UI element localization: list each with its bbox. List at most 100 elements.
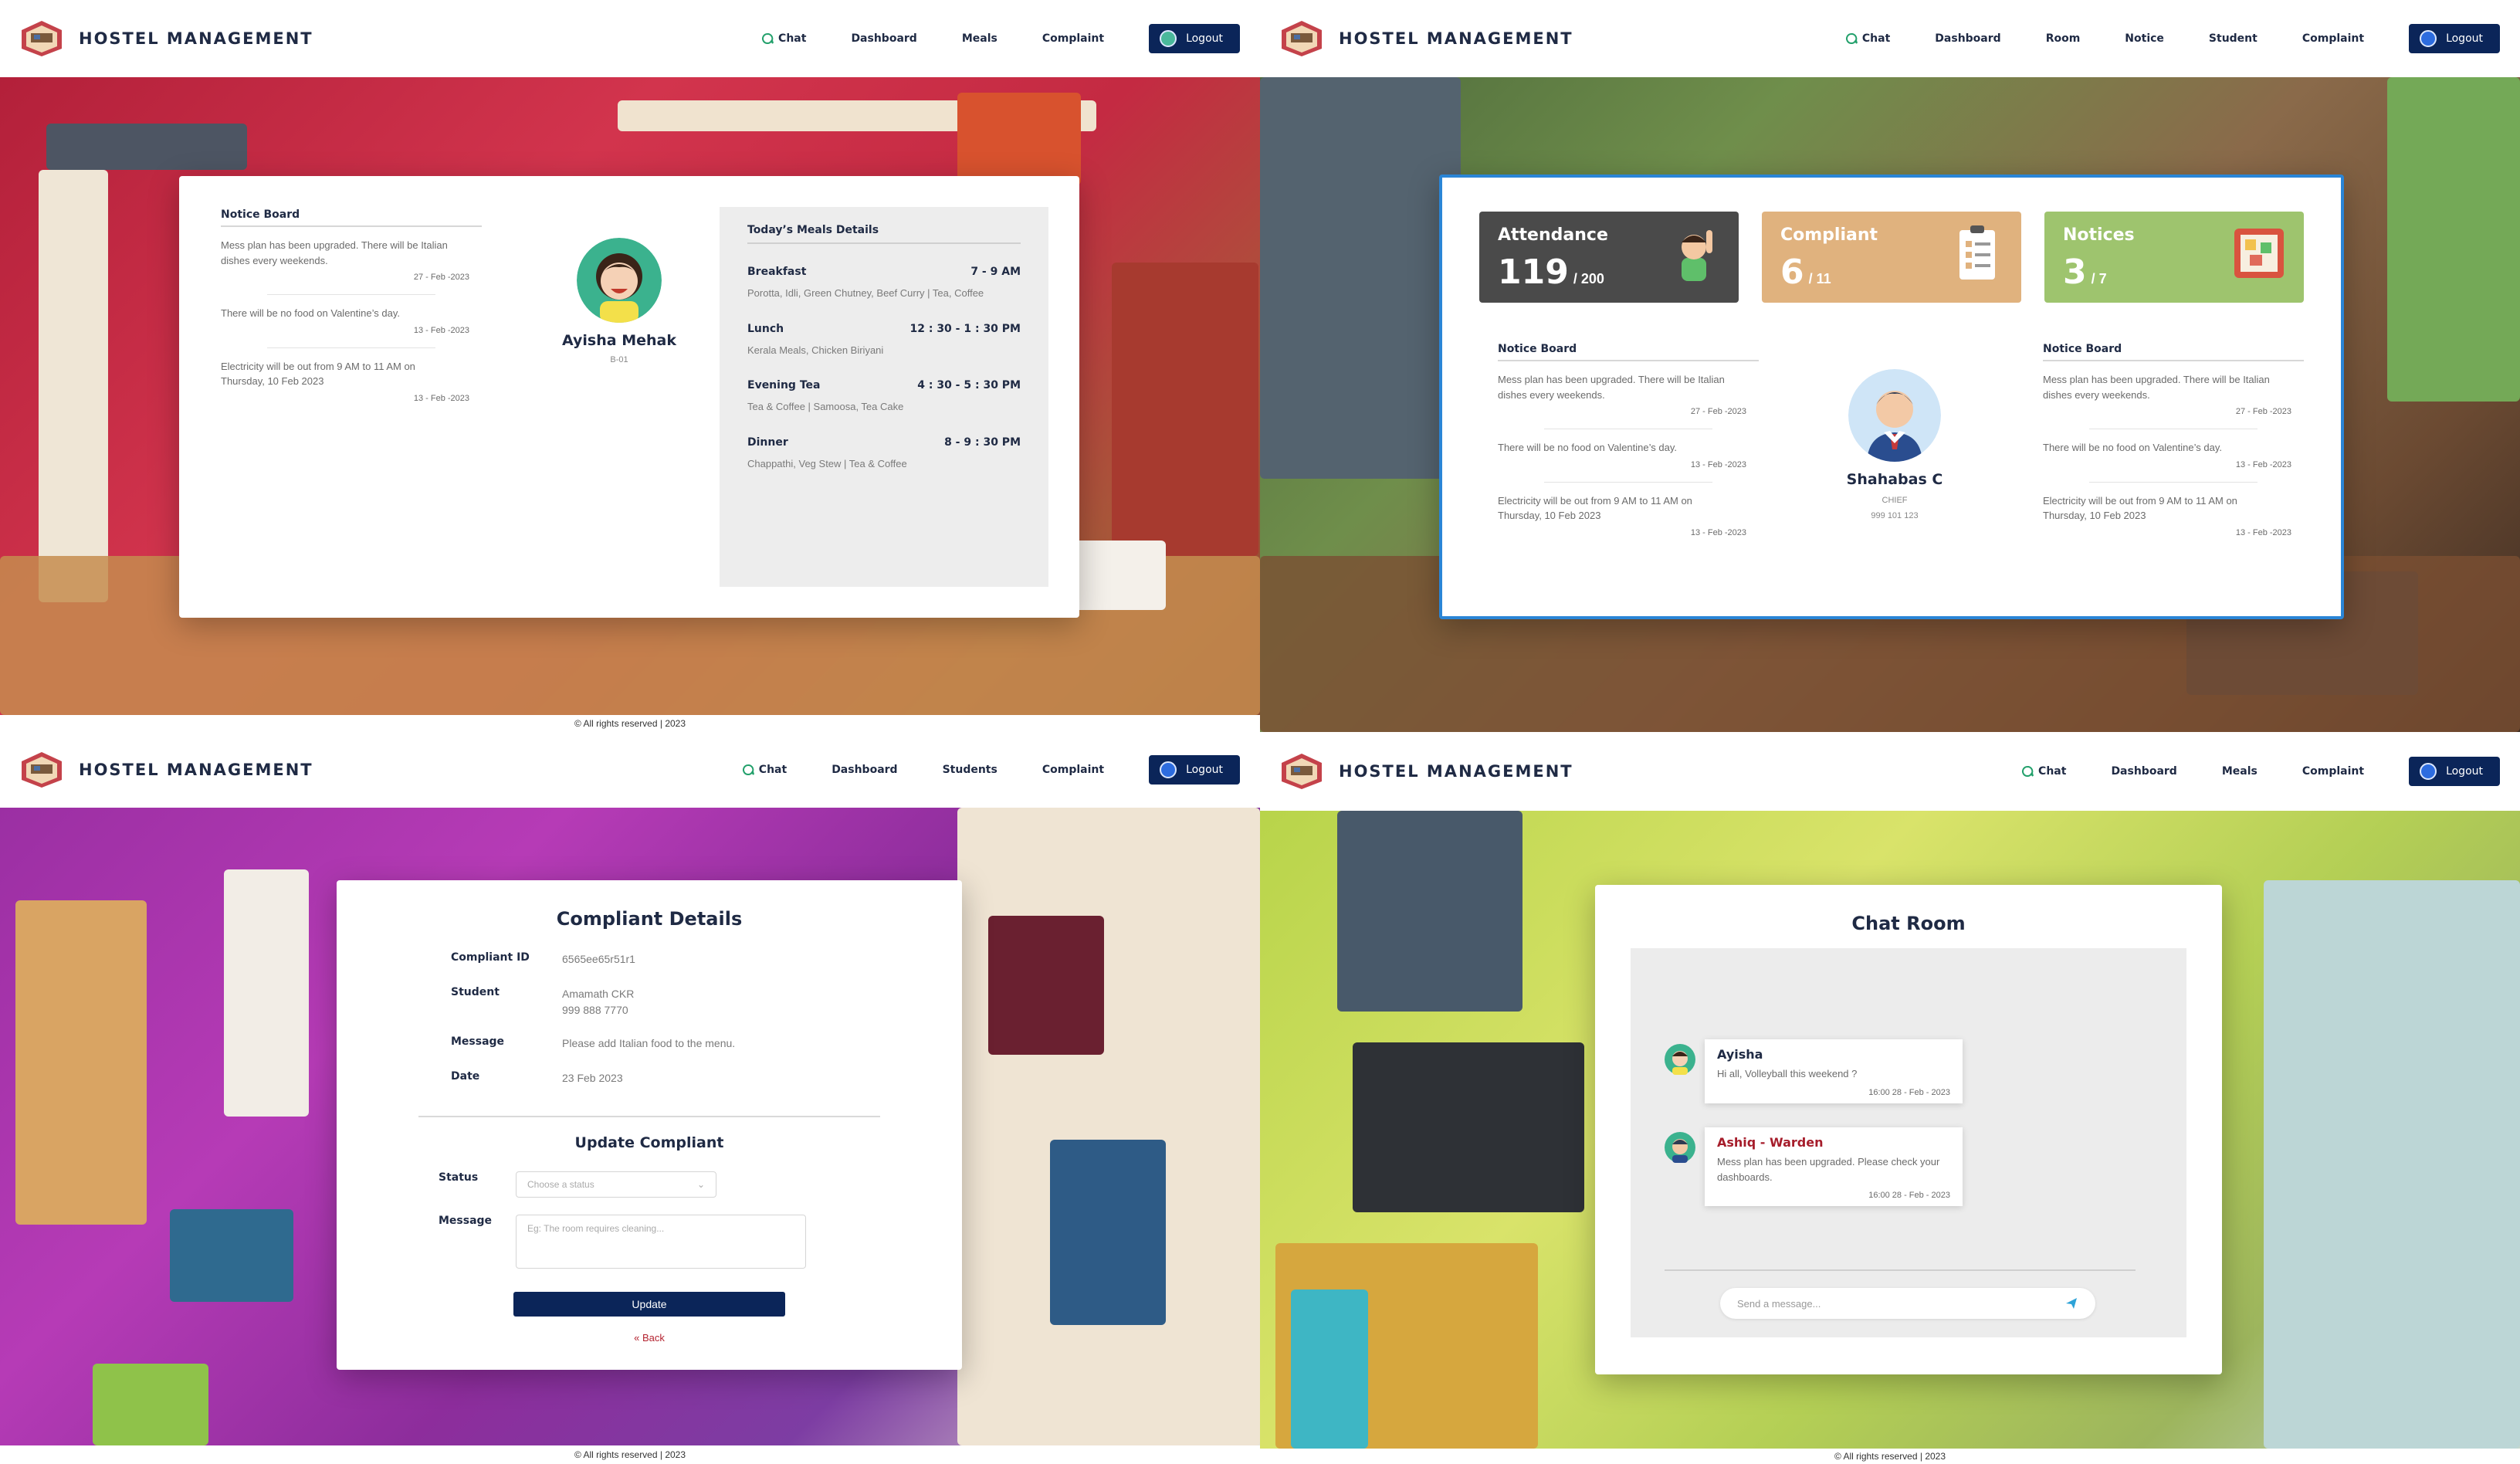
message-author: Ashiq - Warden <box>1717 1135 1824 1150</box>
message-input[interactable]: Send a message... <box>1720 1288 2095 1319</box>
user-avatar-icon <box>2420 763 2437 780</box>
profile-room: B-01 <box>610 355 628 364</box>
waste-bin <box>93 1364 208 1445</box>
app-title: HOSTEL MANAGEMENT <box>1339 29 1573 48</box>
nav-dashboard[interactable]: Dashboard <box>832 764 897 776</box>
notice-item: Mess plan has been upgraded. There will … <box>1498 361 1759 416</box>
notices-stat-card[interactable]: Notices 3/ 7 <box>2044 212 2304 303</box>
nav-room[interactable]: Room <box>2046 32 2081 45</box>
notice-date: 27 - Feb -2023 <box>1690 407 1746 416</box>
status-select[interactable]: Choose a status ⌄ <box>516 1171 716 1198</box>
complaint-card: Compliant Details Compliant ID 6565ee65r5… <box>337 880 962 1370</box>
logout-button[interactable]: Logout <box>2409 757 2500 786</box>
meal-item: Dinner 8 - 9 : 30 PM Chappathi, Veg Stew … <box>747 436 1021 472</box>
meal-menu: Kerala Meals, Chicken Biriyani <box>747 344 884 356</box>
stat-value: 6 <box>1780 252 1804 292</box>
main-nav: Chat Dashboard Meals Complaint Logout <box>2021 757 2500 786</box>
nav-complaint[interactable]: Complaint <box>2302 32 2364 45</box>
notice-text: Mess plan has been upgraded. There will … <box>1498 374 1725 401</box>
chat-icon <box>742 764 754 775</box>
brand[interactable]: HOSTEL MANAGEMENT <box>20 19 313 58</box>
clipboard-checklist-icon <box>1959 225 1995 280</box>
user-avatar-icon <box>1665 1044 1695 1075</box>
notice-text: Electricity will be out from 9 AM to 11 … <box>221 360 415 388</box>
nav-chat[interactable]: Chat <box>1845 32 1890 45</box>
nav-complaint[interactable]: Complaint <box>1042 764 1104 776</box>
footer: © All rights reserved | 2023 <box>0 1445 1260 1464</box>
meal-name: Breakfast <box>747 266 807 278</box>
nav-student[interactable]: Student <box>2209 32 2258 45</box>
notice-board-right: Notice Board Mess plan has been upgraded… <box>2043 343 2304 537</box>
meal-name: Evening Tea <box>747 379 821 391</box>
send-icon[interactable] <box>2064 1296 2078 1310</box>
divider <box>1665 1269 2136 1271</box>
hostel-logo-icon <box>1282 754 1322 789</box>
update-title: Update Compliant <box>574 1134 724 1151</box>
nav-dashboard[interactable]: Dashboard <box>851 32 916 45</box>
chat-room-screen: HOSTEL MANAGEMENT Chat Dashboard Meals C… <box>1260 732 2520 1464</box>
nav-dashboard[interactable]: Dashboard <box>2111 765 2176 778</box>
main-nav: Chat Dashboard Meals Complaint Logout <box>761 24 1240 53</box>
profile-name: Shahabas C <box>1846 471 1943 488</box>
meal-time: 4 : 30 - 5 : 30 PM <box>917 379 1021 391</box>
user-avatar-icon <box>1160 761 1177 778</box>
notice-item: Mess plan has been upgraded. There will … <box>2043 361 2304 416</box>
update-button[interactable]: Update <box>513 1292 785 1317</box>
window-frame <box>46 124 247 170</box>
logout-button[interactable]: Logout <box>2409 24 2500 53</box>
nav-complaint[interactable]: Complaint <box>2302 765 2364 778</box>
nav-chat[interactable]: Chat <box>2021 765 2066 778</box>
notice-board-title: Notice Board <box>1498 343 1759 361</box>
brand[interactable]: HOSTEL MANAGEMENT <box>1280 19 1573 58</box>
update-form: Status Choose a status ⌄ Message Eg: The … <box>439 1171 962 1269</box>
profile: Ayisha Mehak B-01 <box>542 238 696 364</box>
compliant-stat-card[interactable]: Compliant 6/ 11 <box>1762 212 2021 303</box>
top-navbar: HOSTEL MANAGEMENT Chat Dashboard Meals C… <box>1260 732 2520 811</box>
nav-meals[interactable]: Meals <box>2222 765 2258 778</box>
chat-message: Ayisha Hi all, Volleyball this weekend ?… <box>1665 1039 1963 1103</box>
back-link[interactable]: « Back <box>337 1332 962 1344</box>
chat-title: Chat Room <box>1851 913 1966 934</box>
notice-board-title: Notice Board <box>221 208 482 227</box>
stat-value: 119 <box>1498 252 1569 292</box>
notice-item: Mess plan has been upgraded. There will … <box>221 227 482 282</box>
complaint-title: Compliant Details <box>556 908 743 930</box>
attendance-stat-card[interactable]: Attendance 119/ 200 <box>1479 212 1739 303</box>
profile-phone: 999 101 123 <box>1871 511 1919 520</box>
hostel-logo-icon <box>22 21 62 56</box>
notice-item: Electricity will be out from 9 AM to 11 … <box>221 348 482 403</box>
logout-button[interactable]: Logout <box>1149 755 1240 785</box>
complaint-id: 6565ee65r51r1 <box>562 953 635 965</box>
notice-item: There will be no food on Valentine’s day… <box>2043 429 2304 469</box>
brand[interactable]: HOSTEL MANAGEMENT <box>20 751 313 789</box>
main-nav: Chat Dashboard Students Complaint Logout <box>742 755 1240 785</box>
meals-title: Today’s Meals Details <box>747 224 1021 244</box>
nav-chat[interactable]: Chat <box>761 32 806 45</box>
notice-item: There will be no food on Valentine’s day… <box>1498 429 1759 469</box>
main-nav: Chat Dashboard Room Notice Student Compl… <box>1845 24 2500 53</box>
complaint-details-screen: HOSTEL MANAGEMENT Chat Dashboard Student… <box>0 732 1260 1464</box>
logout-button[interactable]: Logout <box>1149 24 1240 53</box>
message-bubble: Ayisha Hi all, Volleyball this weekend ?… <box>1705 1039 1963 1103</box>
nav-meals[interactable]: Meals <box>962 32 998 45</box>
brand[interactable]: HOSTEL MANAGEMENT <box>1280 752 1573 791</box>
nav-dashboard[interactable]: Dashboard <box>1935 32 2000 45</box>
notice-date: 13 - Feb -2023 <box>2235 459 2291 469</box>
box <box>957 93 1081 185</box>
nav-complaint[interactable]: Complaint <box>1042 32 1104 45</box>
message-textarea[interactable]: Eg: The room requires cleaning... <box>516 1215 806 1269</box>
dashboard-card: Attendance 119/ 200 Compliant 6/ 11 Noti… <box>1439 175 2344 619</box>
app-title: HOSTEL MANAGEMENT <box>79 29 313 48</box>
notice-date: 13 - Feb -2023 <box>2235 527 2291 537</box>
user-avatar-icon <box>1160 30 1177 47</box>
nav-students[interactable]: Students <box>943 764 998 776</box>
stove <box>1353 1042 1584 1212</box>
meals-panel: Today’s Meals Details Breakfast 7 - 9 AM … <box>720 207 1048 587</box>
nav-chat[interactable]: Chat <box>742 764 787 776</box>
stat-total: / 11 <box>1808 271 1831 286</box>
meal-menu: Chappathi, Veg Stew | Tea & Coffee <box>747 457 907 469</box>
profile-name: Ayisha Mehak <box>562 332 676 349</box>
stat-total: / 7 <box>2091 271 2107 286</box>
notice-text: Electricity will be out from 9 AM to 11 … <box>1498 494 1692 522</box>
nav-notice[interactable]: Notice <box>2125 32 2164 45</box>
